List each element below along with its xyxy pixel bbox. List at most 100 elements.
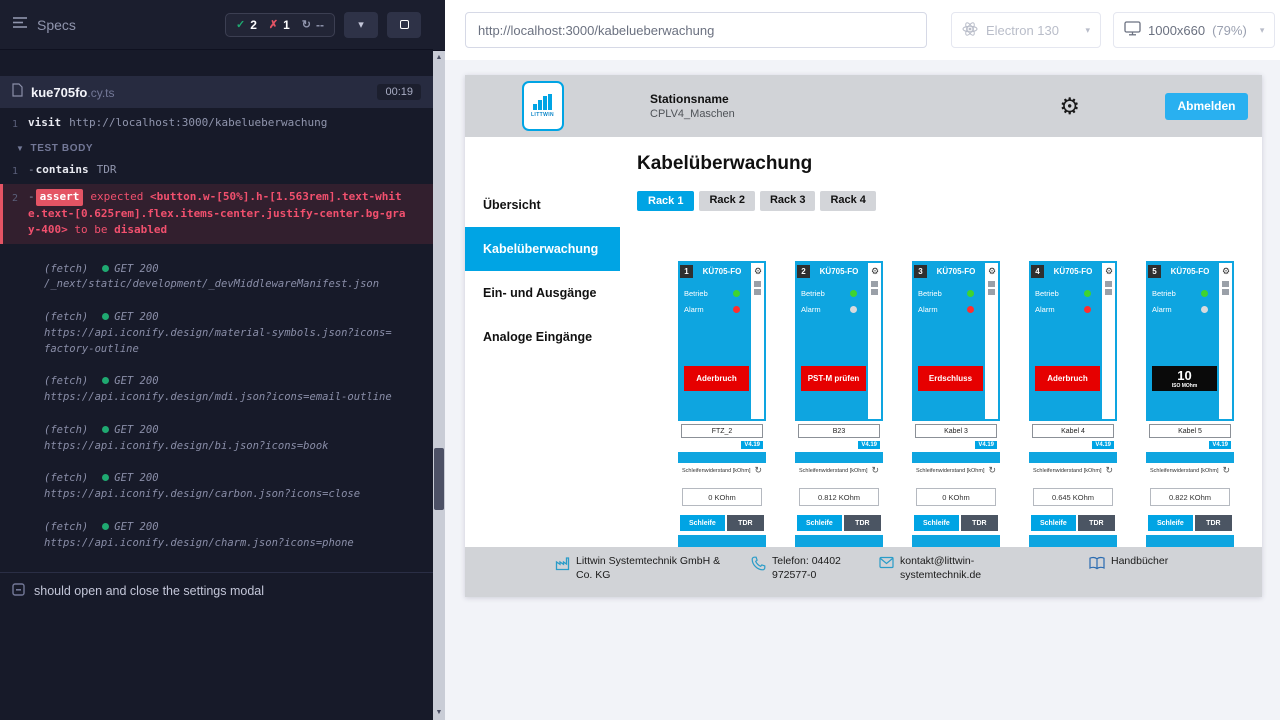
- rack-tab[interactable]: Rack 3: [760, 191, 815, 211]
- refresh-icon[interactable]: ↻: [754, 466, 762, 475]
- card-settings-button[interactable]: ⚙: [985, 264, 999, 278]
- measurement-value: 0 KOhm: [682, 488, 762, 506]
- viewport-select[interactable]: 1000x660 (79%) ▾: [1113, 12, 1275, 48]
- measurement-title: Schleifenwiderstand [kOhm]: [1150, 468, 1218, 474]
- fetch-label: (fetch): [44, 310, 88, 326]
- card-header: 2 KÜ705-FO ⚙: [795, 261, 883, 279]
- footer-company: Littwin Systemtechnik GmbH & Co. KG: [555, 555, 725, 582]
- test-body-section[interactable]: ▼ TEST BODY: [0, 135, 433, 159]
- tdr-button[interactable]: TDR: [1195, 515, 1232, 531]
- tdr-button[interactable]: TDR: [1078, 515, 1115, 531]
- betrieb-label: Betrieb: [1035, 289, 1059, 298]
- rack-tab[interactable]: Rack 4: [820, 191, 875, 211]
- refresh-icon[interactable]: ↻: [1222, 466, 1230, 475]
- card-settings-button[interactable]: ⚙: [751, 264, 765, 278]
- alarm-label: Alarm: [684, 305, 704, 314]
- schleife-button[interactable]: Schleife: [680, 515, 725, 531]
- next-test-row[interactable]: should open and close the settings modal: [0, 572, 433, 609]
- failed-cross-icon: ✗: [269, 18, 278, 31]
- schleife-button[interactable]: Schleife: [797, 515, 842, 531]
- refresh-icon[interactable]: ↻: [988, 466, 996, 475]
- betrieb-label: Betrieb: [918, 289, 942, 298]
- status-button[interactable]: Erdschluss: [918, 366, 983, 391]
- measurement-title: Schleifenwiderstand [kOhm]: [799, 468, 867, 474]
- command-number: 1: [0, 115, 28, 132]
- fetch-status: GET 200: [102, 310, 158, 326]
- app-footer: Littwin Systemtechnik GmbH & Co. KG Tele…: [465, 547, 1262, 597]
- schleife-button[interactable]: Schleife: [1148, 515, 1193, 531]
- led-panel: Betrieb Alarm: [795, 279, 857, 314]
- status-text: 10: [1177, 368, 1191, 384]
- visit-command-row[interactable]: 1 visithttp://localhost:3000/kabelueberw…: [0, 112, 433, 135]
- sidebar-item[interactable]: Kabelüberwachung: [465, 227, 620, 271]
- status-button[interactable]: PST-M prüfen: [801, 366, 866, 391]
- version-badge: V4.19: [1092, 441, 1114, 449]
- specs-menu-icon[interactable]: [12, 16, 28, 34]
- refresh-icon[interactable]: ↻: [871, 466, 879, 475]
- sidebar-item[interactable]: Ein- und Ausgänge: [465, 271, 620, 315]
- collapse-runner-button[interactable]: ▾: [344, 12, 378, 38]
- card-settings-button[interactable]: ⚙: [1102, 264, 1116, 278]
- monitor-icon: [1124, 21, 1141, 39]
- failed-assert-row[interactable]: 2 -assertexpected <button.w-[50%].h-[1.5…: [0, 184, 433, 244]
- rack-tab[interactable]: Rack 1: [637, 191, 694, 211]
- test-stats: ✓2 ✗1 ↻--: [225, 13, 335, 37]
- fetch-head: (fetch) GET 200: [44, 310, 396, 326]
- fetch-head: (fetch) GET 200: [44, 520, 396, 536]
- tdr-button[interactable]: TDR: [727, 515, 764, 531]
- scroll-down-icon[interactable]: ▼: [433, 706, 445, 719]
- logout-button[interactable]: Abmelden: [1165, 93, 1248, 120]
- runner-scrollbar[interactable]: ▲ ▼: [433, 0, 445, 720]
- tdr-button[interactable]: TDR: [844, 515, 881, 531]
- status-button[interactable]: Aderbruch: [684, 366, 749, 391]
- status-button[interactable]: 10 ISO MOhm: [1152, 366, 1217, 391]
- footer-email-text[interactable]: kontakt@littwin-systemtechnik.de: [900, 555, 1031, 582]
- card-number: 5: [1148, 265, 1161, 278]
- stop-tests-button[interactable]: [387, 12, 421, 38]
- littwin-logo: LITTWIN: [522, 81, 564, 131]
- footer-phone: Telefon: 04402 972577-0: [751, 555, 853, 582]
- email-icon: [879, 556, 894, 582]
- settings-gear-icon[interactable]: ⚙: [1059, 95, 1080, 118]
- card-settings-button[interactable]: ⚙: [1219, 264, 1233, 278]
- contains-command-row[interactable]: 1 -containsTDR: [0, 159, 433, 182]
- browser-select[interactable]: Electron 130 ▾: [951, 12, 1101, 48]
- fetch-log-entry: (fetch) GET 200 https://api.iconify.desi…: [0, 419, 420, 459]
- measurement-title-row: Schleifenwiderstand [kOhm] ↻: [1148, 465, 1232, 476]
- refresh-icon[interactable]: ↻: [1105, 466, 1113, 475]
- card-settings-button[interactable]: ⚙: [868, 264, 882, 278]
- fetch-log-entry: (fetch) GET 200 https://api.iconify.desi…: [0, 306, 420, 361]
- schleife-button[interactable]: Schleife: [1031, 515, 1076, 531]
- sidebar-item[interactable]: Analoge Eingänge: [465, 315, 620, 359]
- status-button[interactable]: Aderbruch: [1035, 366, 1100, 391]
- specs-label[interactable]: Specs: [37, 17, 76, 33]
- chevron-down-icon: ▾: [1079, 25, 1090, 36]
- scrollbar-thumb[interactable]: [434, 448, 444, 510]
- fetch-status: GET 200: [102, 471, 158, 487]
- alarm-row: Alarm: [918, 305, 974, 314]
- fetch-url: /_next/static/development/_devMiddleware…: [44, 277, 396, 293]
- measurement-title-row: Schleifenwiderstand [kOhm] ↻: [1031, 465, 1115, 476]
- card-model: KÜ705-FO: [1161, 267, 1219, 276]
- measurement-value: 0.812 KOhm: [799, 488, 879, 506]
- pending-icon: ↻: [302, 18, 311, 31]
- rack-tab[interactable]: Rack 2: [699, 191, 754, 211]
- measurement-title: Schleifenwiderstand [kOhm]: [682, 468, 750, 474]
- version-row: V4.19: [1149, 438, 1231, 450]
- spec-file-bar[interactable]: kue705fo.cy.ts 00:19: [0, 76, 433, 108]
- fetch-log-entry: (fetch) GET 200 /_next/static/developmen…: [0, 258, 420, 298]
- footer-manuals[interactable]: Handbücher: [1089, 555, 1168, 575]
- sidebar-item[interactable]: Übersicht: [465, 183, 620, 227]
- measurement-title-row: Schleifenwiderstand [kOhm] ↻: [680, 465, 764, 476]
- chevron-down-icon: ▾: [1254, 25, 1265, 36]
- scroll-up-icon[interactable]: ▲: [433, 51, 445, 64]
- command-number: 1: [0, 162, 28, 179]
- betrieb-led: [967, 290, 974, 297]
- tdr-button[interactable]: TDR: [961, 515, 998, 531]
- betrieb-label: Betrieb: [684, 289, 708, 298]
- alarm-row: Alarm: [1152, 305, 1208, 314]
- schleife-button[interactable]: Schleife: [914, 515, 959, 531]
- fetch-label: (fetch): [44, 471, 88, 487]
- rack-tab-label: Rack 4: [830, 194, 865, 206]
- url-bar[interactable]: http://localhost:3000/kabelueberwachung: [465, 12, 927, 48]
